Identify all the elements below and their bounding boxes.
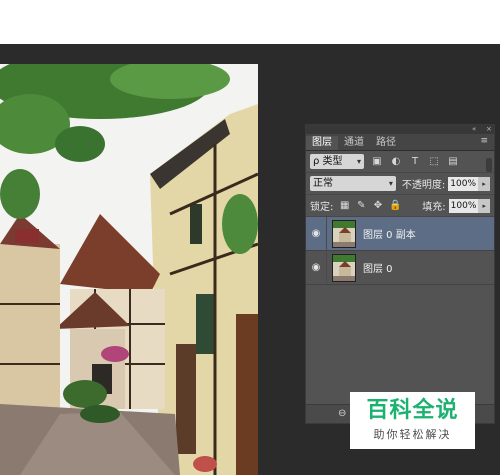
- link-layers-icon[interactable]: ⊖: [338, 408, 346, 419]
- canvas-photo[interactable]: [0, 64, 258, 475]
- eye-icon[interactable]: ◉: [306, 216, 327, 251]
- opacity-chevron-icon[interactable]: ▸: [478, 176, 490, 191]
- tab-layers[interactable]: 图层: [306, 136, 338, 150]
- tab-paths[interactable]: 路径: [370, 136, 402, 150]
- opacity-input[interactable]: 100%: [448, 176, 479, 191]
- tab-channels[interactable]: 通道: [338, 136, 370, 150]
- lock-transparent-icon[interactable]: ▦: [339, 200, 350, 211]
- filter-kind-label: ρ 类型: [313, 156, 343, 167]
- watermark-subtitle: 助你轻松解决: [373, 428, 452, 441]
- filter-row: ρ 类型 ▾ ▣ ◐ T ⬚ ▤: [306, 151, 494, 173]
- panel-tabs: 图层 通道 路径 ≡: [306, 134, 494, 151]
- layer-name: 图层 0: [363, 264, 393, 275]
- blend-mode-value: 正常: [313, 178, 333, 189]
- filter-kind-dropdown[interactable]: ρ 类型 ▾: [310, 154, 364, 169]
- fill-label: 填充:: [422, 202, 446, 213]
- blend-mode-dropdown[interactable]: 正常 ▾: [310, 176, 396, 191]
- adjustment-filter-icon[interactable]: ◐: [390, 156, 402, 168]
- fill-chevron-icon[interactable]: ▸: [478, 198, 491, 213]
- type-filter-icon[interactable]: T: [409, 156, 421, 168]
- close-icon[interactable]: ×: [486, 125, 492, 134]
- panel-menu-icon[interactable]: ≡: [480, 136, 488, 146]
- shape-filter-icon[interactable]: ⬚: [428, 156, 440, 168]
- smart-object-filter-icon[interactable]: ▤: [447, 156, 459, 168]
- layer-name: 图层 0 副本: [363, 230, 416, 241]
- collapse-icon[interactable]: «: [472, 125, 476, 134]
- chevron-down-icon: ▾: [388, 179, 393, 188]
- filter-toggle[interactable]: [486, 158, 492, 172]
- panel-header-strip: « ×: [306, 125, 494, 134]
- watermark-title: 百科全说: [366, 398, 459, 423]
- layer-row[interactable]: ◉ 图层 0: [306, 250, 494, 285]
- blend-row: 正常 ▾ 不透明度: 100% ▸: [306, 173, 494, 195]
- layers-list: ◉ 图层 0 副本 ◉ 图层 0: [306, 216, 494, 285]
- pixel-filter-icon[interactable]: ▣: [371, 156, 383, 168]
- chevron-down-icon: ▾: [356, 157, 361, 166]
- layers-panel: « × 图层 通道 路径 ≡ ρ 类型 ▾ ▣ ◐ T ⬚ ▤ 正常 ▾ 不透明…: [305, 124, 495, 424]
- fill-input[interactable]: 100%: [448, 198, 479, 213]
- lock-all-icon[interactable]: 🔒: [389, 200, 401, 211]
- lock-row: 锁定: ▦ ✎ ✥ 🔒 填充: 100% ▸: [306, 195, 494, 217]
- lock-pixels-icon[interactable]: ✎: [356, 200, 367, 211]
- opacity-label: 不透明度:: [401, 180, 446, 191]
- layer-thumbnail: [332, 253, 356, 282]
- layer-row[interactable]: ◉ 图层 0 副本: [306, 216, 494, 251]
- eye-icon[interactable]: ◉: [306, 250, 327, 285]
- layer-thumbnail: [332, 219, 356, 248]
- lock-position-icon[interactable]: ✥: [373, 200, 384, 211]
- watermark-logo: 百科全说 助你轻松解决: [350, 392, 475, 449]
- lock-label: 锁定:: [310, 202, 334, 213]
